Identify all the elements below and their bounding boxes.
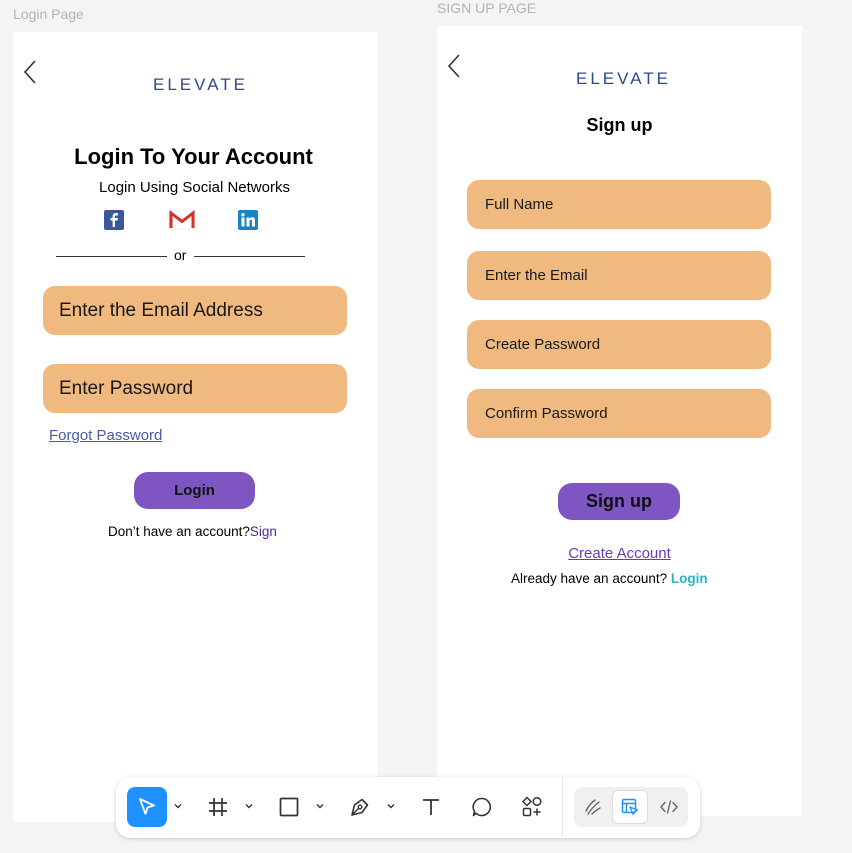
full-name-field[interactable]: Full Name bbox=[467, 180, 771, 229]
email-field[interactable]: Enter the Email Address bbox=[43, 286, 347, 335]
components-tool[interactable] bbox=[512, 787, 552, 827]
create-password-placeholder: Create Password bbox=[485, 336, 601, 353]
forgot-password-link[interactable]: Forgot Password bbox=[49, 427, 162, 444]
password-field[interactable]: Enter Password bbox=[43, 364, 347, 413]
create-password-field[interactable]: Create Password bbox=[467, 320, 771, 369]
text-icon bbox=[423, 799, 439, 815]
chevron-down-icon[interactable] bbox=[315, 801, 325, 811]
login-frame-label[interactable]: Login Page bbox=[13, 6, 84, 22]
back-arrow-icon[interactable] bbox=[445, 51, 465, 81]
comment-tool[interactable] bbox=[462, 787, 502, 827]
social-subtitle: Login Using Social Networks bbox=[99, 179, 290, 196]
pen-tool[interactable] bbox=[340, 787, 380, 827]
rectangle-icon bbox=[279, 797, 299, 817]
login-button[interactable]: Login bbox=[134, 472, 255, 509]
divider-or: or bbox=[174, 247, 187, 263]
design-mode-icon bbox=[621, 798, 639, 816]
create-account-link[interactable]: Create Account bbox=[568, 545, 671, 562]
elevate-logo: ELEVATE bbox=[576, 69, 672, 88]
email-placeholder: Enter the Email Address bbox=[59, 299, 263, 321]
login-prompt: Already have an account? Login bbox=[511, 571, 708, 586]
linkedin-icon[interactable] bbox=[237, 209, 259, 231]
dev-mode-icon bbox=[660, 800, 678, 814]
sign-link[interactable]: Sign bbox=[250, 524, 277, 539]
divider-line-left bbox=[56, 256, 167, 257]
frame-tool[interactable] bbox=[198, 787, 238, 827]
rectangle-tool[interactable] bbox=[269, 787, 309, 827]
dev-mode-button[interactable] bbox=[650, 787, 688, 827]
gmail-icon[interactable] bbox=[168, 209, 196, 231]
page-title: Login To Your Account bbox=[74, 144, 313, 169]
text-tool[interactable] bbox=[411, 787, 451, 827]
back-arrow-icon[interactable] bbox=[21, 57, 41, 87]
no-account-text: Don’t have an account? bbox=[108, 524, 250, 539]
design-toolbar bbox=[116, 777, 700, 838]
chevron-down-icon[interactable] bbox=[173, 801, 183, 811]
draw-mode-button[interactable] bbox=[574, 787, 612, 827]
full-name-placeholder: Full Name bbox=[485, 196, 554, 213]
page-title: Sign up bbox=[586, 115, 653, 135]
elevate-logo: ELEVATE bbox=[153, 75, 249, 94]
move-icon bbox=[139, 798, 155, 815]
components-icon bbox=[521, 796, 542, 817]
signup-prompt: Don’t have an account?Sign bbox=[108, 524, 277, 539]
mode-switcher bbox=[574, 787, 688, 827]
create-account-link-wrap: Create Account bbox=[437, 545, 802, 562]
confirm-password-field[interactable]: Confirm Password bbox=[467, 389, 771, 438]
move-tool[interactable] bbox=[127, 787, 167, 827]
signup-frame: ELEVATE Sign up Full Name Enter the Emai… bbox=[437, 26, 802, 816]
confirm-password-placeholder: Confirm Password bbox=[485, 405, 608, 422]
chevron-down-icon[interactable] bbox=[244, 801, 254, 811]
divider-line-right bbox=[194, 256, 305, 257]
chevron-down-icon[interactable] bbox=[386, 801, 396, 811]
login-frame: ELEVATE Login To Your Account Login Usin… bbox=[13, 32, 378, 822]
signup-button[interactable]: Sign up bbox=[558, 483, 680, 520]
pen-icon bbox=[351, 798, 369, 816]
email-field[interactable]: Enter the Email bbox=[467, 251, 771, 300]
email-placeholder: Enter the Email bbox=[485, 267, 588, 284]
draw-mode-icon bbox=[585, 799, 601, 815]
password-placeholder: Enter Password bbox=[59, 377, 194, 399]
signup-frame-label[interactable]: SIGN UP PAGE bbox=[437, 0, 536, 16]
toolbar-separator bbox=[562, 777, 563, 838]
login-link[interactable]: Login bbox=[671, 571, 708, 586]
facebook-icon[interactable] bbox=[103, 209, 125, 231]
design-mode-button[interactable] bbox=[612, 790, 648, 824]
comment-icon bbox=[472, 797, 492, 817]
have-account-text: Already have an account? bbox=[511, 571, 668, 586]
frame-icon bbox=[209, 798, 227, 816]
